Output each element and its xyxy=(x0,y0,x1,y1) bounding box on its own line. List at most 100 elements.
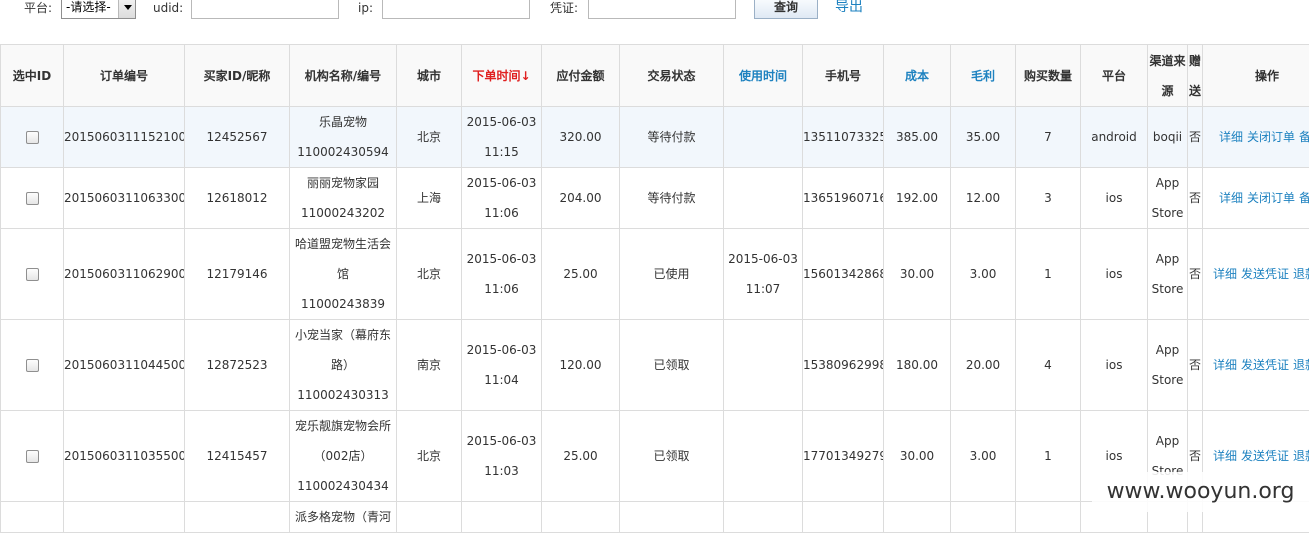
cost-cell xyxy=(884,502,951,533)
order-time: 11:03 xyxy=(462,456,541,486)
channel-cell: App Store xyxy=(1148,229,1188,320)
org-no: 110002430313 xyxy=(290,380,396,410)
row-select-cell xyxy=(1,320,64,411)
amount-cell: 320.00 xyxy=(542,107,620,168)
udid-input[interactable] xyxy=(191,0,339,19)
detail-link[interactable]: 详细 xyxy=(1213,449,1237,463)
close-order-link[interactable]: 关闭订单 xyxy=(1247,191,1295,205)
row-select-cell xyxy=(1,168,64,229)
amount-cell: 25.00 xyxy=(542,411,620,502)
detail-link[interactable]: 详细 xyxy=(1219,191,1243,205)
gift-cell: 否 xyxy=(1188,107,1203,168)
order-time-cell: 2015-06-0311:15 xyxy=(462,107,542,168)
close-order-link[interactable]: 关闭订单 xyxy=(1247,130,1295,144)
buyer-id-link[interactable]: 12872523 xyxy=(185,320,290,411)
voucher-input[interactable] xyxy=(588,0,736,19)
row-checkbox[interactable] xyxy=(26,192,39,205)
org-cell: 哈道盟宠物生活会馆11000243839 xyxy=(290,229,397,320)
amount-cell: 204.00 xyxy=(542,168,620,229)
order-no-link[interactable]: 20150603110355001 xyxy=(64,411,185,502)
row-checkbox[interactable] xyxy=(26,359,39,372)
org-name: 丽丽宠物家园 xyxy=(290,168,396,198)
city-cell: 南京 xyxy=(397,320,462,411)
detail-link[interactable]: 详细 xyxy=(1213,267,1237,281)
platform-select[interactable]: -请选择- xyxy=(61,0,136,19)
col-cost-sort[interactable]: 成本 xyxy=(884,45,951,107)
order-no-link[interactable]: 20150603110445001 xyxy=(64,320,185,411)
filter-bar: 平台: -请选择- udid: ip: 凭证: 查询 导出 xyxy=(0,0,1309,44)
org-no: 110002430434 xyxy=(290,471,396,501)
col-gift: 赠送 xyxy=(1188,45,1203,107)
col-order-time-sort[interactable]: 下单时间↓ xyxy=(462,45,542,107)
buyer-id-link[interactable]: 12618012 xyxy=(185,168,290,229)
use-time-cell xyxy=(724,502,803,533)
org-no: 110002430594 xyxy=(290,137,396,167)
profit-cell: 35.00 xyxy=(951,107,1016,168)
order-date: 2015-06-03 xyxy=(462,168,541,198)
refund-link[interactable]: 退款 xyxy=(1293,449,1309,463)
buyer-id-link[interactable]: 12415457 xyxy=(185,411,290,502)
qty-cell xyxy=(1016,502,1081,533)
remark-link[interactable]: 备 xyxy=(1299,191,1309,205)
org-cell: 派多格宠物（青河 xyxy=(290,502,397,533)
order-no-link[interactable]: 20150603110633001 xyxy=(64,168,185,229)
use-time-cell: 2015-06-0311:07 xyxy=(724,229,803,320)
org-cell: 小宠当家（幕府东路）110002430313 xyxy=(290,320,397,411)
qty-cell: 1 xyxy=(1016,229,1081,320)
table-header-row: 选中ID 订单编号 买家ID/昵称 机构名称/编号 城市 下单时间↓ 应付金额 … xyxy=(1,45,1309,107)
send-voucher-link[interactable]: 发送凭证 xyxy=(1241,449,1289,463)
order-time-cell: 2015-06-0311:06 xyxy=(462,168,542,229)
col-channel: 渠道来源 xyxy=(1148,45,1188,107)
qty-cell: 3 xyxy=(1016,168,1081,229)
use-time: 11:07 xyxy=(724,274,802,304)
col-phone: 手机号 xyxy=(803,45,884,107)
order-no-link[interactable]: 20150603111521001 xyxy=(64,107,185,168)
city-cell xyxy=(397,502,462,533)
buyer-id-link[interactable]: 12452567 xyxy=(185,107,290,168)
order-time: 11:06 xyxy=(462,274,541,304)
detail-link[interactable]: 详细 xyxy=(1213,358,1237,372)
detail-link[interactable]: 详细 xyxy=(1219,130,1243,144)
row-checkbox[interactable] xyxy=(26,450,39,463)
buyer-id-link[interactable]: 12179146 xyxy=(185,229,290,320)
platform-cell: ios xyxy=(1081,229,1148,320)
status-cell: 等待付款 xyxy=(620,168,724,229)
table-row: 20150603110445001 12872523 小宠当家（幕府东路）110… xyxy=(1,320,1309,411)
platform-cell: ios xyxy=(1081,320,1148,411)
refund-link[interactable]: 退款 xyxy=(1293,358,1309,372)
export-link[interactable]: 导出 xyxy=(835,0,863,17)
actions-cell: 详细关闭订单备 xyxy=(1203,168,1309,229)
order-time: 11:04 xyxy=(462,365,541,395)
row-select-cell xyxy=(1,502,64,533)
chevron-down-icon[interactable] xyxy=(118,0,135,18)
ip-input[interactable] xyxy=(382,0,530,19)
order-no-link[interactable]: 20150603110629001 xyxy=(64,229,185,320)
orders-table: 选中ID 订单编号 买家ID/昵称 机构名称/编号 城市 下单时间↓ 应付金额 … xyxy=(0,44,1309,533)
col-use-time-sort[interactable]: 使用时间 xyxy=(724,45,803,107)
col-select-id: 选中ID xyxy=(1,45,64,107)
refund-link[interactable]: 退款 xyxy=(1293,267,1309,281)
cost-cell: 385.00 xyxy=(884,107,951,168)
send-voucher-link[interactable]: 发送凭证 xyxy=(1241,358,1289,372)
row-select-cell xyxy=(1,107,64,168)
remark-link[interactable]: 备 xyxy=(1299,130,1309,144)
phone-cell: 13651960716 xyxy=(803,168,884,229)
gift-cell: 否 xyxy=(1188,229,1203,320)
row-checkbox[interactable] xyxy=(26,131,39,144)
row-select-cell xyxy=(1,411,64,502)
status-cell: 已使用 xyxy=(620,229,724,320)
table-row: 20150603110633001 12618012 丽丽宠物家园1100024… xyxy=(1,168,1309,229)
platform-label: 平台: xyxy=(24,0,52,18)
use-time-cell xyxy=(724,411,803,502)
table-row: 20150603110629001 12179146 哈道盟宠物生活会馆1100… xyxy=(1,229,1309,320)
query-button[interactable]: 查询 xyxy=(754,0,818,19)
cost-cell: 180.00 xyxy=(884,320,951,411)
send-voucher-link[interactable]: 发送凭证 xyxy=(1241,267,1289,281)
org-name: 乐晶宠物 xyxy=(290,107,396,137)
col-profit-sort[interactable]: 毛利 xyxy=(951,45,1016,107)
col-platform: 平台 xyxy=(1081,45,1148,107)
phone-cell: 17701349279 xyxy=(803,411,884,502)
actions-cell: 详细发送凭证退款 xyxy=(1203,229,1309,320)
row-checkbox[interactable] xyxy=(26,268,39,281)
qty-cell: 4 xyxy=(1016,320,1081,411)
